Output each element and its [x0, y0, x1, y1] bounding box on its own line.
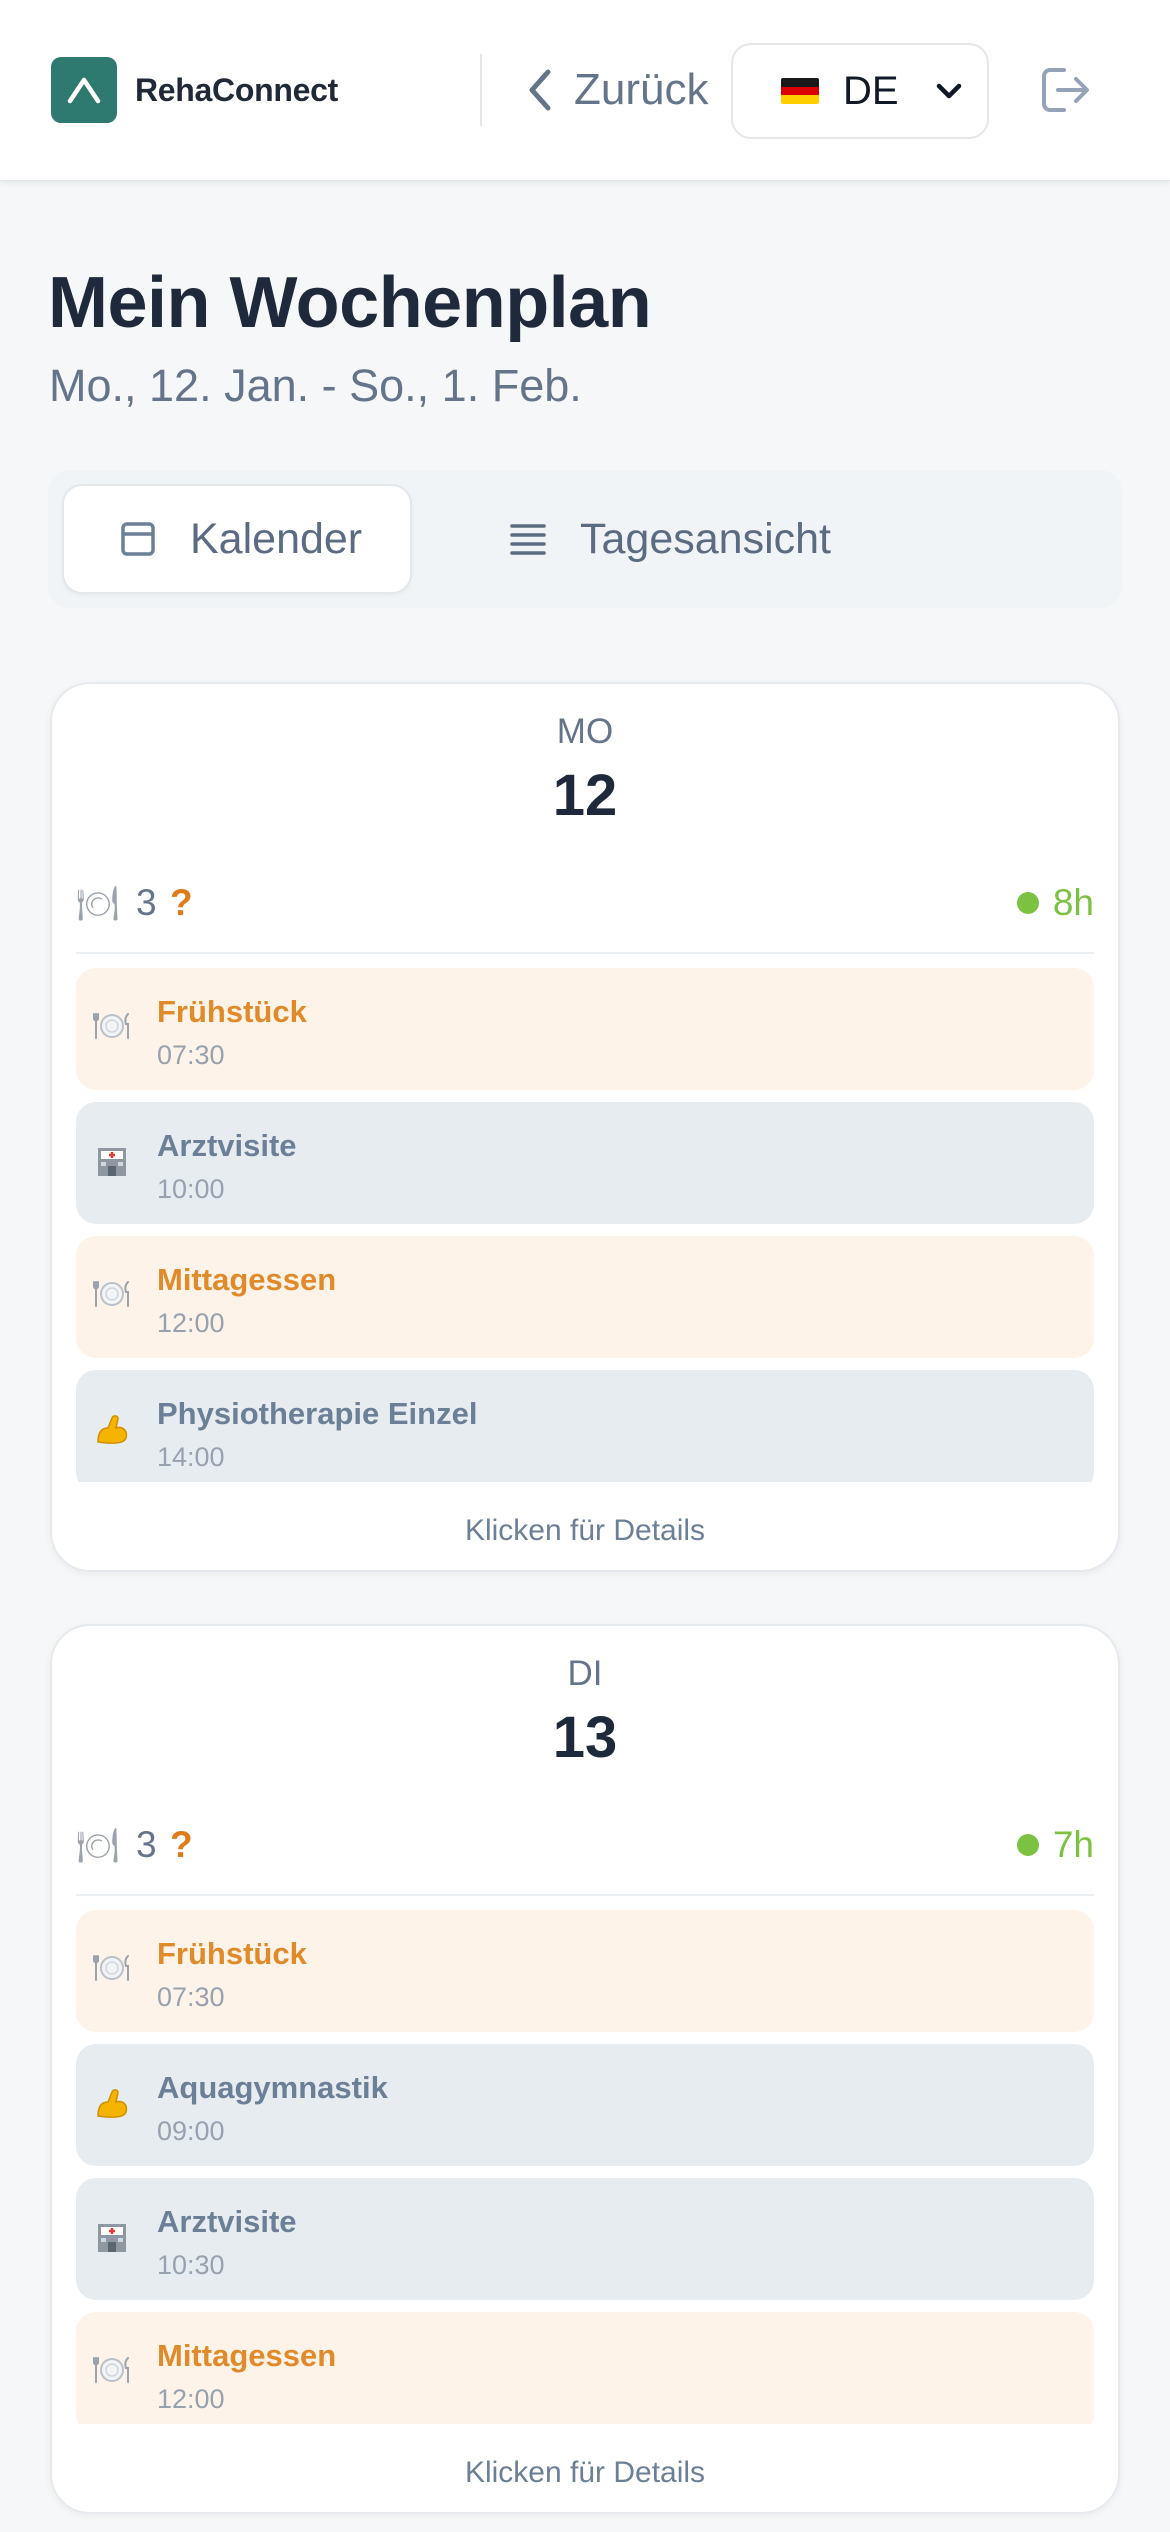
event-title: Mittagessen	[157, 2338, 337, 2373]
day-summary: 🍽 3 ? 8h	[76, 880, 1094, 936]
header-divider	[480, 54, 482, 126]
details-link[interactable]: Klicken für Details	[52, 2456, 1118, 2490]
event-title: Mittagessen	[157, 1262, 337, 1297]
event-item[interactable]: Arztvisite 10:30	[76, 2178, 1094, 2300]
day-card-tuesday[interactable]: DI 13 🍽 3 ? 7h Frühstück 07:30 Aquagymna…	[50, 1624, 1120, 2514]
event-item[interactable]: Mittagessen 12:00	[76, 1236, 1094, 1358]
event-title: Frühstück	[157, 994, 307, 1029]
event-title: Aquagymnastik	[157, 2070, 388, 2105]
event-item[interactable]: Aquagymnastik 09:00	[76, 2044, 1094, 2166]
day-number: 13	[552, 1705, 618, 1770]
event-time: 10:30	[157, 2250, 225, 2280]
hours-value: 8h	[1052, 882, 1094, 923]
event-title: Frühstück	[157, 1936, 307, 1971]
chevron-left-icon	[529, 69, 551, 111]
event-item[interactable]: Arztvisite 10:00	[76, 1102, 1094, 1224]
event-time: 09:00	[157, 2116, 225, 2146]
german-flag-icon	[781, 78, 819, 104]
event-time: 14:00	[157, 1442, 225, 1472]
event-time: 12:00	[157, 1308, 225, 1338]
back-button[interactable]: Zurück	[526, 58, 708, 122]
muscle-icon	[97, 2089, 128, 2118]
app-header: RehaConnect Zurück DE	[0, 0, 1170, 181]
summary-divider	[76, 952, 1094, 954]
app-logo-icon	[51, 57, 117, 123]
muscle-icon	[97, 1415, 128, 1444]
plate-icon	[93, 1013, 129, 1039]
chevron-down-icon	[936, 83, 962, 99]
summary-divider	[76, 1894, 1094, 1896]
plate-icon: 🍽	[76, 885, 120, 923]
list-icon	[510, 524, 546, 555]
meal-count: 3	[136, 1824, 157, 1865]
calendar-view-button[interactable]: Kalender	[62, 484, 412, 594]
calendar-view-label: Kalender	[190, 514, 363, 563]
page-title: Mein Wochenplan	[48, 263, 652, 343]
status-dot-icon	[1016, 1834, 1039, 1856]
hours-badge: 8h	[1016, 882, 1094, 924]
plate-icon	[93, 2357, 129, 2383]
event-title: Physiotherapie Einzel	[157, 1396, 478, 1431]
plate-icon: 🍽	[76, 1827, 120, 1865]
event-time: 12:00	[157, 2384, 225, 2414]
meal-unconfirmed-flag: ?	[170, 882, 193, 923]
meal-unconfirmed-flag: ?	[170, 1824, 193, 1865]
day-view-button[interactable]: Tagesansicht	[460, 484, 860, 594]
hospital-icon	[98, 1148, 126, 1176]
event-list: Frühstück 07:30 Aquagymnastik 09:00 Arzt…	[76, 1910, 1094, 2424]
day-abbr: MO	[556, 712, 614, 751]
calendar-icon	[121, 522, 155, 556]
event-title: Arztvisite	[157, 2204, 297, 2239]
view-toggle: Kalender Tagesansicht	[48, 470, 1122, 608]
event-time: 10:00	[157, 1174, 225, 1204]
event-item[interactable]: Frühstück 07:30	[76, 968, 1094, 1090]
hours-badge: 7h	[1016, 1824, 1094, 1866]
day-summary: 🍽 3 ? 7h	[76, 1822, 1094, 1878]
language-code: DE	[843, 68, 899, 113]
day-card-monday[interactable]: MO 12 🍽 3 ? 8h Frühstück 07:30 Arztvisit…	[50, 682, 1120, 1572]
event-title: Arztvisite	[157, 1128, 297, 1163]
day-number: 12	[552, 763, 618, 828]
hours-value: 7h	[1052, 1824, 1094, 1865]
logout-button[interactable]	[1038, 64, 1094, 116]
event-item[interactable]: Mittagessen 12:00	[76, 2312, 1094, 2424]
logout-icon	[1042, 68, 1089, 112]
hospital-icon	[98, 2224, 126, 2252]
plate-icon	[93, 1955, 129, 1981]
day-abbr: DI	[567, 1654, 603, 1693]
plate-icon	[93, 1281, 129, 1307]
event-item[interactable]: Frühstück 07:30	[76, 1910, 1094, 2032]
event-time: 07:30	[157, 1040, 225, 1070]
event-list: Frühstück 07:30 Arztvisite 10:00 Mittage…	[76, 968, 1094, 1482]
brand-name: RehaConnect	[135, 72, 338, 108]
day-view-label: Tagesansicht	[580, 514, 831, 563]
event-time: 07:30	[157, 1982, 225, 2012]
meal-count: 3	[136, 882, 157, 923]
status-dot-icon	[1016, 892, 1039, 914]
back-label: Zurück	[574, 65, 709, 114]
details-link[interactable]: Klicken für Details	[52, 1514, 1118, 1548]
language-select[interactable]: DE	[731, 43, 989, 139]
date-range: Mo., 12. Jan. - So., 1. Feb.	[49, 360, 582, 411]
event-item[interactable]: Physiotherapie Einzel 14:00	[76, 1370, 1094, 1482]
